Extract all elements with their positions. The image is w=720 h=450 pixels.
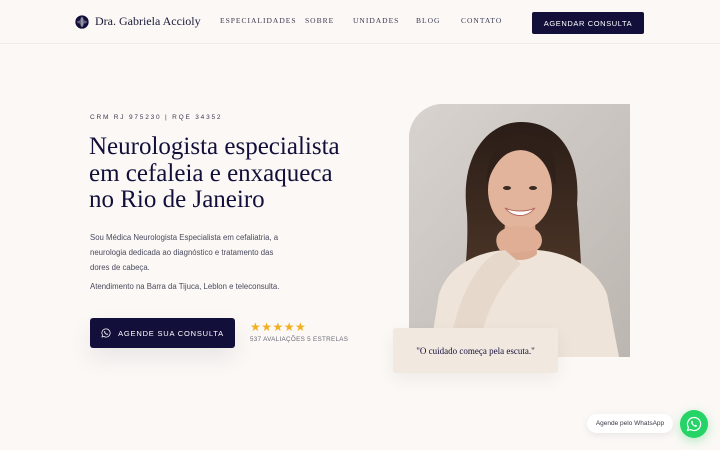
logo[interactable]: Dra. Gabriela Accioly	[75, 14, 201, 29]
reviews-count: 537 AVALIAÇÕES 5 ESTRELAS	[250, 336, 349, 343]
nav-unidades[interactable]: UNIDADES	[353, 16, 399, 25]
whatsapp-icon	[101, 328, 111, 338]
nav-sobre[interactable]: SOBRE	[305, 16, 334, 25]
credentials: CRM RJ 975230 | RQE 34352	[90, 114, 223, 121]
book-consultation-button[interactable]: AGENDE SUA CONSULTA	[90, 318, 235, 348]
whatsapp-icon	[686, 416, 702, 432]
quote-card: "O cuidado começa pela escuta."	[393, 328, 558, 373]
logo-icon	[75, 14, 89, 29]
nav-blog[interactable]: BLOG	[416, 16, 440, 25]
nav-contato[interactable]: CONTATO	[461, 16, 502, 25]
rating-stars: ★★★★★	[250, 320, 307, 334]
portrait-image	[409, 104, 630, 357]
hero-description: Sou Médica Neurologista Especialista em …	[90, 233, 279, 272]
hero-title-line: em cefaleia e enxaqueca	[89, 159, 333, 187]
hero-location: Atendimento na Barra da Tijuca, Leblon e…	[90, 282, 280, 291]
whatsapp-label[interactable]: Agende pelo WhatsApp	[587, 414, 673, 433]
doctor-portrait	[409, 104, 630, 357]
schedule-appointment-button[interactable]: AGENDAR CONSULTA	[532, 12, 644, 34]
book-consultation-label: AGENDE SUA CONSULTA	[118, 328, 224, 338]
hero-title: Neurologista especialista em cefaleia e …	[89, 133, 379, 214]
hero-title-line: no Rio de Janeiro	[89, 186, 265, 213]
whatsapp-button[interactable]	[680, 410, 708, 438]
quote-text: "O cuidado começa pela escuta."	[416, 345, 535, 356]
hero-title-line: Neurologista especialista	[89, 133, 340, 160]
logo-text: Dra. Gabriela Accioly	[95, 14, 201, 28]
nav-especialidades[interactable]: ESPECIALIDADES	[220, 16, 297, 25]
site-header: Dra. Gabriela Accioly ESPECIALIDADES SOB…	[0, 0, 720, 44]
